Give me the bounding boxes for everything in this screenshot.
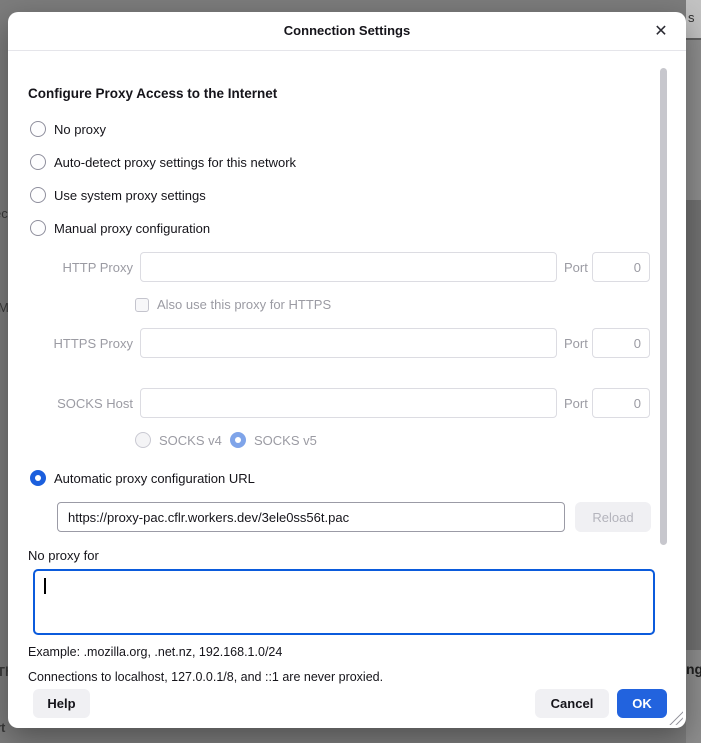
page-title: Configure Proxy Access to the Internet (28, 86, 277, 101)
https-proxy-label: HTTPS Proxy (28, 336, 133, 351)
https-proxy-input[interactable] (140, 328, 557, 358)
no-proxy-note-text: Connections to localhost, 127.0.0.1/8, a… (28, 670, 383, 684)
radio-icon[interactable] (30, 154, 46, 170)
radio-label: Manual proxy configuration (54, 221, 210, 236)
radio-manual-proxy[interactable]: Manual proxy configuration (30, 220, 210, 236)
background-text-fragment: Th (0, 664, 8, 679)
dialog-title: Connection Settings (8, 12, 686, 50)
dialog-header: Connection Settings ✕ (8, 12, 686, 51)
autoproxy-url-input[interactable] (57, 502, 565, 532)
help-button[interactable]: Help (33, 689, 90, 718)
radio-no-proxy[interactable]: No proxy (30, 121, 106, 137)
socks-host-input[interactable] (140, 388, 557, 418)
https-port-input[interactable] (592, 328, 650, 358)
scrollbar-thumb[interactable] (660, 68, 667, 545)
ok-button[interactable]: OK (617, 689, 667, 718)
checkbox-https-same-proxy[interactable]: Also use this proxy for HTTPS (135, 297, 331, 312)
checkbox-icon[interactable] (135, 298, 149, 312)
radio-label: Auto-detect proxy settings for this netw… (54, 155, 296, 170)
radio-icon[interactable] (30, 470, 46, 486)
connection-settings-dialog: Connection Settings ✕ Configure Proxy Ac… (8, 12, 686, 728)
background-text-fragment: rt (0, 720, 5, 735)
cancel-button[interactable]: Cancel (535, 689, 609, 718)
radio-system-proxy[interactable]: Use system proxy settings (30, 187, 206, 203)
checkbox-label: Also use this proxy for HTTPS (157, 297, 331, 312)
close-icon[interactable]: ✕ (650, 21, 672, 43)
radio-label: No proxy (54, 122, 106, 137)
radio-automatic-proxy-url[interactable]: Automatic proxy configuration URL (30, 470, 255, 486)
background-text-fragment: M (0, 300, 8, 315)
background-text-fragment: ng (686, 661, 701, 677)
radio-socks-v5[interactable]: SOCKS v5 (230, 432, 317, 448)
background-text-fragment: ec (0, 206, 8, 221)
reload-button[interactable]: Reload (575, 502, 651, 532)
background-band (686, 40, 701, 200)
https-port-label: Port (564, 336, 588, 351)
screen: ec M Th rt s ng Connection Settings ✕ Co… (0, 0, 701, 743)
background-band: ng (686, 650, 701, 743)
http-port-input[interactable] (592, 252, 650, 282)
radio-icon[interactable] (30, 187, 46, 203)
background-band (686, 200, 701, 650)
background-right-strip: s ng (686, 0, 701, 743)
radio-label: Use system proxy settings (54, 188, 206, 203)
radio-label: SOCKS v5 (254, 433, 317, 448)
http-proxy-input[interactable] (140, 252, 557, 282)
background-text-fragment: s (688, 10, 695, 25)
resize-grip-icon[interactable] (668, 710, 683, 725)
radio-label: SOCKS v4 (159, 433, 222, 448)
http-port-label: Port (564, 260, 588, 275)
radio-icon[interactable] (135, 432, 151, 448)
background-left-strip: ec M Th rt (0, 0, 8, 743)
radio-socks-v4[interactable]: SOCKS v4 (135, 432, 222, 448)
socks-port-label: Port (564, 396, 588, 411)
radio-auto-detect[interactable]: Auto-detect proxy settings for this netw… (30, 154, 296, 170)
socks-host-label: SOCKS Host (28, 396, 133, 411)
radio-icon[interactable] (230, 432, 246, 448)
radio-icon[interactable] (30, 220, 46, 236)
socks-port-input[interactable] (592, 388, 650, 418)
radio-label: Automatic proxy configuration URL (54, 471, 255, 486)
no-proxy-for-label: No proxy for (28, 548, 99, 563)
text-caret (44, 578, 46, 594)
radio-icon[interactable] (30, 121, 46, 137)
http-proxy-label: HTTP Proxy (28, 260, 133, 275)
background-button-fragment: s (686, 0, 701, 40)
no-proxy-example-text: Example: .mozilla.org, .net.nz, 192.168.… (28, 645, 282, 659)
no-proxy-for-textarea[interactable] (33, 569, 655, 635)
